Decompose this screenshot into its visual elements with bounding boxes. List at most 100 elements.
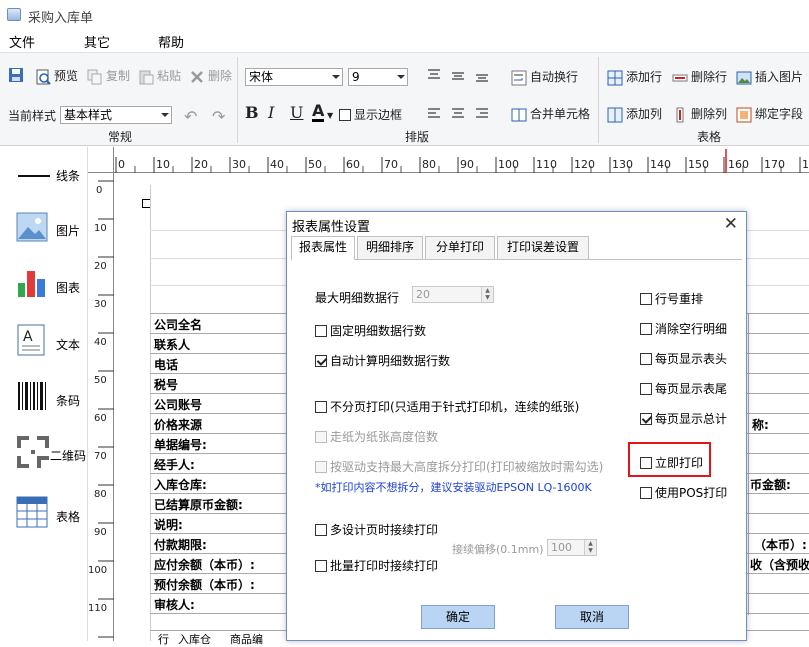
page-header-checkbox[interactable]: 每页显示表头	[640, 350, 727, 367]
max-rows-input[interactable]: 20 ▲ ▼	[412, 286, 494, 303]
chevron-down-icon	[397, 75, 405, 79]
tool-image[interactable]: 图片	[0, 204, 88, 256]
group-table-label: 表格	[697, 130, 722, 144]
divider	[598, 57, 599, 143]
delete-col-icon	[676, 107, 684, 122]
bold-button[interactable]: B	[245, 103, 259, 122]
font-name-select[interactable]: 宋体	[245, 68, 343, 86]
ok-button[interactable]: 确定	[421, 605, 495, 629]
qrcode-icon	[17, 436, 49, 468]
form-label: 价格来源	[154, 418, 203, 432]
bind-field-label: 绑定字段	[755, 107, 804, 121]
menu-other[interactable]: 其它	[84, 32, 110, 51]
tool-barcode[interactable]: 条码	[0, 374, 88, 426]
auto-wrap-button[interactable]: 自动换行	[511, 68, 578, 86]
copy-button[interactable]: 复制	[87, 67, 130, 85]
insert-image-label: 插入图片	[755, 70, 804, 84]
v-tick: 30	[94, 299, 107, 310]
offset-input[interactable]: 100 ▲ ▼	[547, 539, 597, 556]
ruler-corner	[88, 147, 114, 173]
pos-print-checkbox[interactable]: 使用POS打印	[640, 484, 727, 501]
add-col-button[interactable]: 添加列	[607, 105, 662, 123]
bind-field-button[interactable]: 绑定字段	[736, 105, 803, 123]
fixed-rows-checkbox[interactable]: 固定明细数据行数	[315, 322, 426, 339]
delete-label: 删除	[208, 69, 233, 83]
paste-button[interactable]: 粘贴	[138, 67, 181, 85]
tool-qrcode[interactable]: 二维码	[0, 429, 88, 481]
driver-split-checkbox[interactable]: 按驱动支持最大高度拆分打印(打印被缩放时需勾选)	[315, 458, 603, 475]
vertical-ruler-ticks: 0102030405060708090100110120	[88, 180, 114, 647]
insert-image-button[interactable]: 插入图片	[736, 68, 803, 86]
tab-detail-sort[interactable]: 明细排序	[357, 236, 423, 259]
renumber-rows-checkbox[interactable]: 行号重排	[640, 290, 703, 307]
add-row-button[interactable]: 添加行	[607, 68, 662, 86]
current-style-select[interactable]: 基本样式	[60, 106, 172, 124]
vertical-align-icons[interactable]	[426, 68, 498, 84]
preview-button[interactable]: 预览	[35, 67, 78, 85]
multi-design-label: 多设计页时接续打印	[330, 523, 439, 537]
tab-report-properties[interactable]: 报表属性	[291, 236, 355, 260]
tool-table-label: 表格	[56, 510, 81, 524]
redo-icon[interactable]: ↷	[212, 107, 225, 126]
horizontal-align-icons[interactable]	[426, 106, 498, 122]
tab-print-error[interactable]: 打印误差设置	[497, 236, 589, 259]
delete-row-button[interactable]: 删除行	[672, 68, 727, 86]
auto-calc-checkbox[interactable]: 自动计算明细数据行数	[315, 352, 450, 369]
form-right-label: 收（含预收	[750, 558, 809, 572]
menu-file[interactable]: 文件	[9, 32, 35, 51]
spinner-arrows-icon[interactable]: ▲ ▼	[584, 540, 596, 555]
max-rows-value: 20	[416, 288, 430, 301]
checkbox-icon	[640, 323, 652, 335]
font-color-button[interactable]: A	[312, 103, 325, 122]
delete-button[interactable]: 删除	[189, 67, 232, 85]
page-header-label: 每页显示表头	[655, 352, 728, 366]
tab-split-print[interactable]: 分单打印	[425, 236, 495, 259]
dialog-title: 报表属性设置	[292, 220, 371, 235]
v-tick: 10	[94, 223, 107, 234]
cancel-button[interactable]: 取消	[555, 605, 629, 629]
tool-panel: 线条 图片 图表 A 文本 条码 二维码 表格	[0, 147, 88, 641]
no-page-split-checkbox[interactable]: 不分页打印(只适用于针式打印机，连续的纸张)	[315, 398, 579, 415]
v-tick: 50	[94, 375, 107, 386]
underline-button[interactable]: U	[290, 103, 303, 122]
save-button[interactable]	[8, 67, 27, 83]
v-tick: 20	[94, 261, 107, 272]
undo-icon[interactable]: ↶	[184, 107, 197, 126]
vertical-ruler: 0102030405060708090100110120	[88, 173, 114, 647]
tool-line[interactable]: 线条	[0, 149, 88, 201]
menu-help[interactable]: 帮助	[158, 32, 184, 51]
italic-button[interactable]: I	[268, 103, 274, 122]
show-border-checkbox[interactable]: 显示边框	[339, 106, 402, 123]
chevron-down-icon[interactable]: ▼	[327, 111, 333, 120]
page-footer-label: 每页显示表尾	[655, 382, 728, 396]
delete-icon	[191, 70, 203, 83]
tool-text[interactable]: A 文本	[0, 318, 88, 370]
form-right-label: 币金额:	[750, 478, 791, 492]
merge-cells-button[interactable]: 合并单元格	[511, 105, 590, 123]
remove-empty-rows-checkbox[interactable]: 消除空行明细	[640, 320, 727, 337]
close-icon[interactable]: ✕	[724, 214, 738, 234]
font-size-select[interactable]: 9	[348, 68, 408, 86]
delete-col-label: 删除列	[691, 107, 728, 121]
h-tick: 10	[156, 158, 170, 171]
tool-chart[interactable]: 图表	[0, 261, 88, 313]
tool-table[interactable]: 表格	[0, 490, 88, 542]
checkbox-icon	[315, 461, 327, 473]
form-label: 经手人:	[154, 458, 195, 472]
tab-divider	[291, 259, 742, 260]
spinner-arrows-icon[interactable]: ▲ ▼	[481, 287, 493, 302]
batch-print-checkbox[interactable]: 批量打印时接续打印	[315, 557, 438, 574]
chart-icon	[18, 271, 45, 297]
multi-design-checkbox[interactable]: 多设计页时接续打印	[315, 521, 438, 538]
h-tick: 160	[728, 158, 749, 171]
wrap-icon	[511, 70, 527, 85]
tool-barcode-label: 条码	[56, 394, 81, 408]
paper-height-checkbox[interactable]: 走纸为纸张高度倍数	[315, 428, 438, 445]
group-common-label: 常规	[108, 130, 133, 144]
copy-icon	[87, 69, 102, 84]
delete-col-button[interactable]: 删除列	[672, 105, 727, 123]
checkbox-icon	[315, 401, 327, 413]
page-footer-checkbox[interactable]: 每页显示表尾	[640, 380, 727, 397]
copy-label: 复制	[106, 69, 131, 83]
page-total-checkbox[interactable]: 每页显示总计	[640, 410, 727, 427]
